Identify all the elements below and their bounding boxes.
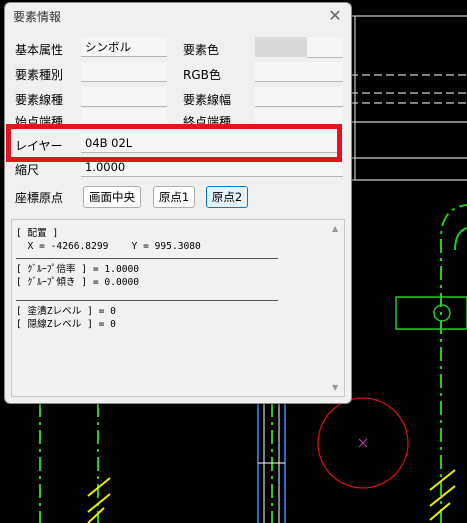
coord-origin-label: 座標原点 <box>15 191 64 205</box>
elem-color-swatch <box>255 37 307 57</box>
hidden-z-line: [ 隠線Zレベル ] = 0 <box>16 318 116 330</box>
screen-center-button[interactable]: 画面中央 <box>83 186 141 208</box>
layer-label: レイヤー <box>15 139 63 153</box>
origin2-button[interactable]: 原点2 <box>206 186 248 208</box>
info-panel[interactable]: [ 配置 ] X = -4266.8299 Y = 995.3080 [ ｸﾞﾙ… <box>11 219 345 397</box>
scroll-up-icon[interactable]: ▲ <box>332 224 338 233</box>
fill-z-line: [ 塗潰Zレベル ] = 0 <box>16 306 116 317</box>
basic-attr-label: 基本属性 <box>15 43 64 57</box>
close-button[interactable]: ✕ <box>325 6 345 26</box>
element-info-dialog: 要素情報 ✕ 基本属性 シンボル 要素色 要素種別 RGB色 要素線種 要素線幅… <box>4 2 352 404</box>
dialog-title: 要素情報 <box>13 10 62 24</box>
rgb-field <box>255 62 343 82</box>
line-width-label: 要素線幅 <box>183 93 232 107</box>
layer-field: 04B 02L <box>81 133 337 153</box>
coords-line: X = -4266.8299 Y = 995.3080 <box>16 240 201 252</box>
line-type-label: 要素線種 <box>15 93 64 107</box>
info-text: [ 配置 ] X = -4266.8299 Y = 995.3080 [ ｸﾞﾙ… <box>16 228 328 331</box>
origin1-button[interactable]: 原点1 <box>153 186 195 208</box>
group-tilt-line: [ ｸﾞﾙｰﾌﾟ傾き ] = 0.0000 <box>16 276 140 288</box>
basic-attr-field: シンボル <box>81 37 167 57</box>
line-width-field <box>255 87 343 107</box>
elem-type-field <box>81 62 167 82</box>
scroll-down-icon[interactable]: ▼ <box>332 383 338 392</box>
line-type-field <box>81 87 167 107</box>
scale-label: 縮尺 <box>15 163 40 177</box>
placement-header: [ 配置 ] <box>16 228 59 239</box>
elem-color-field <box>307 37 343 58</box>
elem-type-label: 要素種別 <box>15 68 64 82</box>
title-bar[interactable]: 要素情報 ✕ <box>5 3 351 29</box>
info-scrollbar[interactable]: ▲ ▼ <box>330 220 344 396</box>
separator <box>16 258 278 259</box>
separator <box>16 300 278 301</box>
elem-color-label: 要素色 <box>183 43 220 57</box>
rgb-label: RGB色 <box>183 68 221 82</box>
group-scale-line: [ ｸﾞﾙｰﾌﾟ倍率 ] = 1.0000 <box>16 264 140 275</box>
